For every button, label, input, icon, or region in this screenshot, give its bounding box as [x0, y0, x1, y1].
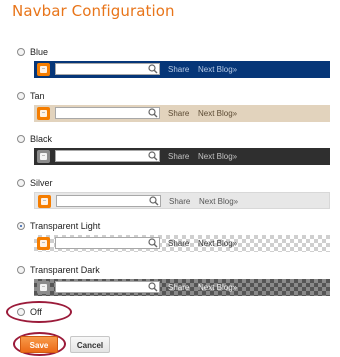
navbar-preview-transparent-dark: Share Next Blog» — [34, 279, 330, 296]
option-label: Off — [30, 307, 42, 317]
cancel-button[interactable]: Cancel — [70, 336, 110, 353]
option-label: Black — [30, 134, 53, 144]
radio-button-icon[interactable] — [17, 308, 25, 316]
option-label: Blue — [30, 47, 49, 57]
next-blog-link: Next Blog» — [198, 152, 238, 161]
magnifier-icon — [148, 282, 158, 292]
search-input — [55, 107, 160, 119]
option-transparent-light[interactable]: Transparent Light — [17, 219, 100, 233]
radio-button-icon[interactable] — [17, 179, 25, 187]
share-link: Share — [168, 283, 190, 292]
next-blog-link: Next Blog» — [198, 239, 238, 248]
search-input — [55, 150, 160, 162]
next-blog-link: Next Blog» — [199, 197, 239, 206]
option-silver[interactable]: Silver — [17, 176, 53, 190]
search-input — [55, 281, 160, 293]
share-link: Share — [168, 152, 190, 161]
radio-button-icon[interactable] — [17, 92, 25, 100]
blogger-logo-icon — [38, 195, 51, 208]
next-blog-link: Next Blog» — [198, 65, 238, 74]
search-input — [56, 195, 161, 207]
search-input — [55, 237, 160, 249]
navbar-preview-black: Share Next Blog» — [34, 148, 330, 165]
radio-button-icon[interactable] — [17, 48, 25, 56]
magnifier-icon — [149, 196, 159, 206]
share-link: Share — [168, 239, 190, 248]
navbar-preview-silver: Share Next Blog» — [34, 192, 330, 209]
blogger-logo-icon — [37, 63, 50, 76]
radio-button-icon[interactable] — [17, 135, 25, 143]
share-link: Share — [168, 109, 190, 118]
next-blog-link: Next Blog» — [198, 283, 238, 292]
option-blue[interactable]: Blue — [17, 45, 48, 59]
page-title: Navbar Configuration — [12, 2, 175, 20]
option-black[interactable]: Black — [17, 132, 52, 146]
magnifier-icon — [148, 108, 158, 118]
option-label: Silver — [30, 178, 53, 188]
option-tan[interactable]: Tan — [17, 89, 45, 103]
share-link: Share — [169, 197, 191, 206]
option-transparent-dark[interactable]: Transparent Dark — [17, 263, 100, 277]
navbar-preview-transparent-light: Share Next Blog» — [34, 235, 330, 252]
save-button[interactable]: Save — [20, 336, 58, 353]
option-label: Tan — [30, 91, 45, 101]
next-blog-link: Next Blog» — [198, 109, 238, 118]
option-label: Transparent Light — [30, 221, 101, 231]
radio-button-icon[interactable] — [17, 222, 25, 230]
option-off[interactable]: Off — [17, 305, 42, 319]
magnifier-icon — [148, 64, 158, 74]
blogger-logo-icon — [37, 281, 50, 294]
magnifier-icon — [148, 151, 158, 161]
radio-button-icon[interactable] — [17, 266, 25, 274]
magnifier-icon — [148, 238, 158, 248]
blogger-logo-icon — [37, 237, 50, 250]
blogger-logo-icon — [37, 150, 50, 163]
navbar-preview-blue: Share Next Blog» — [34, 61, 330, 78]
navbar-preview-tan: Share Next Blog» — [34, 105, 330, 122]
share-link: Share — [168, 65, 190, 74]
blogger-logo-icon — [37, 107, 50, 120]
search-input — [55, 63, 160, 75]
option-label: Transparent Dark — [30, 265, 100, 275]
